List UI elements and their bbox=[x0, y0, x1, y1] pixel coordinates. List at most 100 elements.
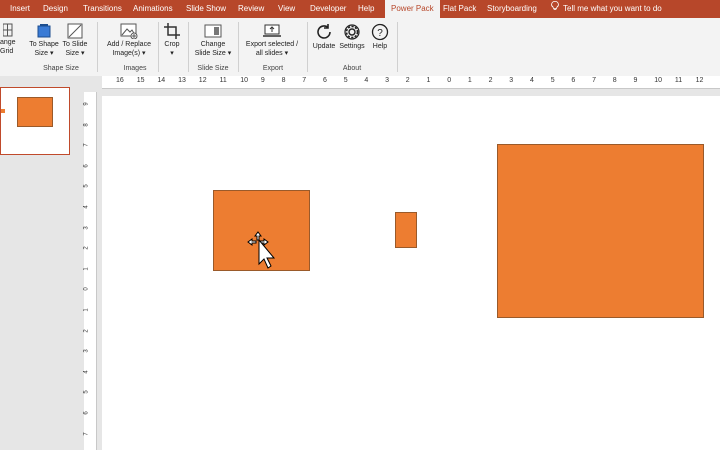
gear-icon bbox=[344, 24, 360, 40]
grid-icon bbox=[3, 23, 13, 37]
ruler-tick-label: 4 bbox=[83, 370, 90, 374]
rectangle-shape[interactable] bbox=[497, 144, 704, 318]
horizontal-ruler: 16 15 14 13 12 11 10 9 8 7 6 5 4 3 2 1 0 1 2 3 4 5 6 7 8 9 10 11 12 bbox=[102, 76, 720, 89]
tab-help[interactable]: Help bbox=[358, 0, 374, 18]
ruler-tick-label: 0 bbox=[447, 77, 452, 84]
ruler-tick-label: 6 bbox=[323, 77, 327, 84]
vertical-ruler: 9 8 7 6 5 4 3 2 1 0 1 2 3 4 5 6 7 bbox=[84, 92, 97, 450]
ruler-tick-label: 4 bbox=[530, 77, 534, 84]
group-label-about: About bbox=[342, 65, 362, 72]
ruler-tick-label: 6 bbox=[83, 411, 90, 415]
ruler-tick-label: 10 bbox=[654, 77, 662, 84]
ribbon-separator bbox=[238, 22, 239, 72]
tab-design[interactable]: Design bbox=[43, 0, 68, 18]
ruler-tick-label: 9 bbox=[260, 77, 265, 84]
ruler-tick-label: 4 bbox=[83, 205, 90, 209]
crop-icon bbox=[164, 23, 180, 39]
ruler-tick-label: 1 bbox=[83, 308, 90, 312]
ruler-tick-label: 1 bbox=[426, 77, 431, 84]
ruler-tick-label: 16 bbox=[116, 77, 124, 84]
tell-me-text: Tell me what you want to do bbox=[563, 4, 662, 13]
ruler-tick-label: 7 bbox=[302, 77, 307, 84]
group-label-shape-size: Shape Size bbox=[43, 65, 79, 72]
ribbon-separator bbox=[188, 22, 189, 72]
ruler-tick-label: 12 bbox=[695, 77, 704, 84]
ruler-tick-label: 3 bbox=[385, 77, 389, 84]
ruler-tick-label: 11 bbox=[219, 77, 227, 84]
change-slide-size-button[interactable]: Change Slide Size ▾ bbox=[192, 23, 234, 58]
arrange-grid-button[interactable]: ange Grid bbox=[0, 23, 16, 56]
help-button[interactable]: ? Help bbox=[368, 23, 392, 51]
ruler-tick-label: 6 bbox=[83, 164, 90, 168]
thumbnail-shape bbox=[1, 109, 5, 113]
ruler-tick-label: 7 bbox=[83, 431, 90, 436]
export-icon bbox=[263, 24, 281, 37]
tab-review[interactable]: Review bbox=[238, 0, 264, 18]
tab-insert[interactable]: Insert bbox=[10, 0, 30, 18]
tab-developer[interactable]: Developer bbox=[310, 0, 346, 18]
tab-storyboarding[interactable]: Storyboarding bbox=[487, 0, 537, 18]
ruler-tick-label: 7 bbox=[592, 77, 596, 84]
tab-animations[interactable]: Animations bbox=[133, 0, 173, 18]
to-slide-size-button[interactable]: To Slide Size ▾ bbox=[60, 23, 90, 58]
ribbon-tab-bar: Insert Design Transitions Animations Sli… bbox=[0, 0, 720, 18]
refresh-icon bbox=[317, 24, 331, 39]
svg-text:?: ? bbox=[377, 28, 383, 39]
ruler-tick-label: 6 bbox=[571, 77, 576, 84]
tab-flat-pack[interactable]: Flat Pack bbox=[443, 0, 476, 18]
ruler-tick-label: 8 bbox=[83, 122, 90, 127]
ribbon-separator bbox=[307, 22, 308, 72]
ruler-tick-label: 8 bbox=[281, 77, 286, 84]
update-button[interactable]: Update bbox=[311, 23, 337, 51]
export-slides-button[interactable]: Export selected / all slides ▾ bbox=[240, 23, 304, 58]
ruler-tick-label: 5 bbox=[83, 184, 90, 189]
settings-button[interactable]: Settings bbox=[338, 23, 366, 51]
ruler-tick-label: 5 bbox=[550, 77, 555, 84]
ruler-tick-label: 9 bbox=[83, 102, 90, 106]
ruler-tick-label: 8 bbox=[612, 77, 617, 84]
ruler-tick-label: 5 bbox=[343, 77, 348, 84]
slide-icon bbox=[204, 24, 222, 38]
ruler-tick-label: 2 bbox=[83, 246, 90, 250]
ruler-tick-label: 1 bbox=[83, 267, 90, 271]
ruler-tick-label: 2 bbox=[488, 77, 493, 84]
ruler-tick-label: 13 bbox=[178, 77, 186, 84]
ruler-tick-label: 1 bbox=[467, 77, 472, 84]
tab-view[interactable]: View bbox=[278, 0, 295, 18]
ribbon-separator bbox=[397, 22, 398, 72]
group-label-images: Images bbox=[123, 65, 147, 72]
to-shape-size-button[interactable]: To Shape Size ▾ bbox=[28, 23, 60, 58]
question-icon: ? bbox=[371, 23, 389, 41]
ruler-tick-label: 3 bbox=[509, 77, 514, 84]
ruler-tick-label: 11 bbox=[674, 77, 683, 84]
ruler-tick-label: 10 bbox=[240, 77, 248, 84]
ruler-tick-label: 4 bbox=[364, 77, 369, 84]
group-label-export: Export bbox=[262, 65, 284, 72]
crop-button[interactable]: Crop ▾ bbox=[160, 23, 184, 58]
ruler-tick-label: 2 bbox=[83, 328, 90, 333]
tab-power-pack[interactable]: Power Pack bbox=[385, 0, 440, 18]
thumbnail-shape bbox=[17, 97, 53, 127]
ruler-tick-label: 14 bbox=[157, 77, 166, 84]
ribbon-separator bbox=[97, 22, 98, 72]
ruler-tick-label: 3 bbox=[83, 349, 90, 353]
slide-size-icon bbox=[67, 23, 83, 39]
ruler-tick-label: 15 bbox=[136, 77, 145, 84]
tab-transitions[interactable]: Transitions bbox=[83, 0, 122, 18]
shape-size-icon bbox=[37, 24, 51, 38]
ruler-tick-label: 5 bbox=[83, 390, 90, 395]
ruler-tick-label: 9 bbox=[633, 77, 638, 84]
ruler-tick-label: 2 bbox=[405, 77, 410, 84]
ruler-tick-label: 7 bbox=[83, 143, 90, 147]
image-add-icon bbox=[120, 23, 138, 39]
slide-thumbnail[interactable] bbox=[0, 87, 70, 155]
lightbulb-icon bbox=[551, 0, 563, 18]
ruler-tick-label: 12 bbox=[198, 77, 207, 84]
tell-me-search[interactable]: Tell me what you want to do bbox=[551, 0, 662, 18]
ruler-tick-label: 3 bbox=[83, 225, 90, 230]
tab-slide-show[interactable]: Slide Show bbox=[186, 0, 226, 18]
add-replace-images-button[interactable]: Add / Replace Image(s) ▾ bbox=[104, 23, 154, 58]
rectangle-shape[interactable] bbox=[395, 212, 417, 248]
group-label-slide-size: Slide Size bbox=[197, 65, 229, 72]
ruler-tick-label: 0 bbox=[83, 287, 90, 292]
